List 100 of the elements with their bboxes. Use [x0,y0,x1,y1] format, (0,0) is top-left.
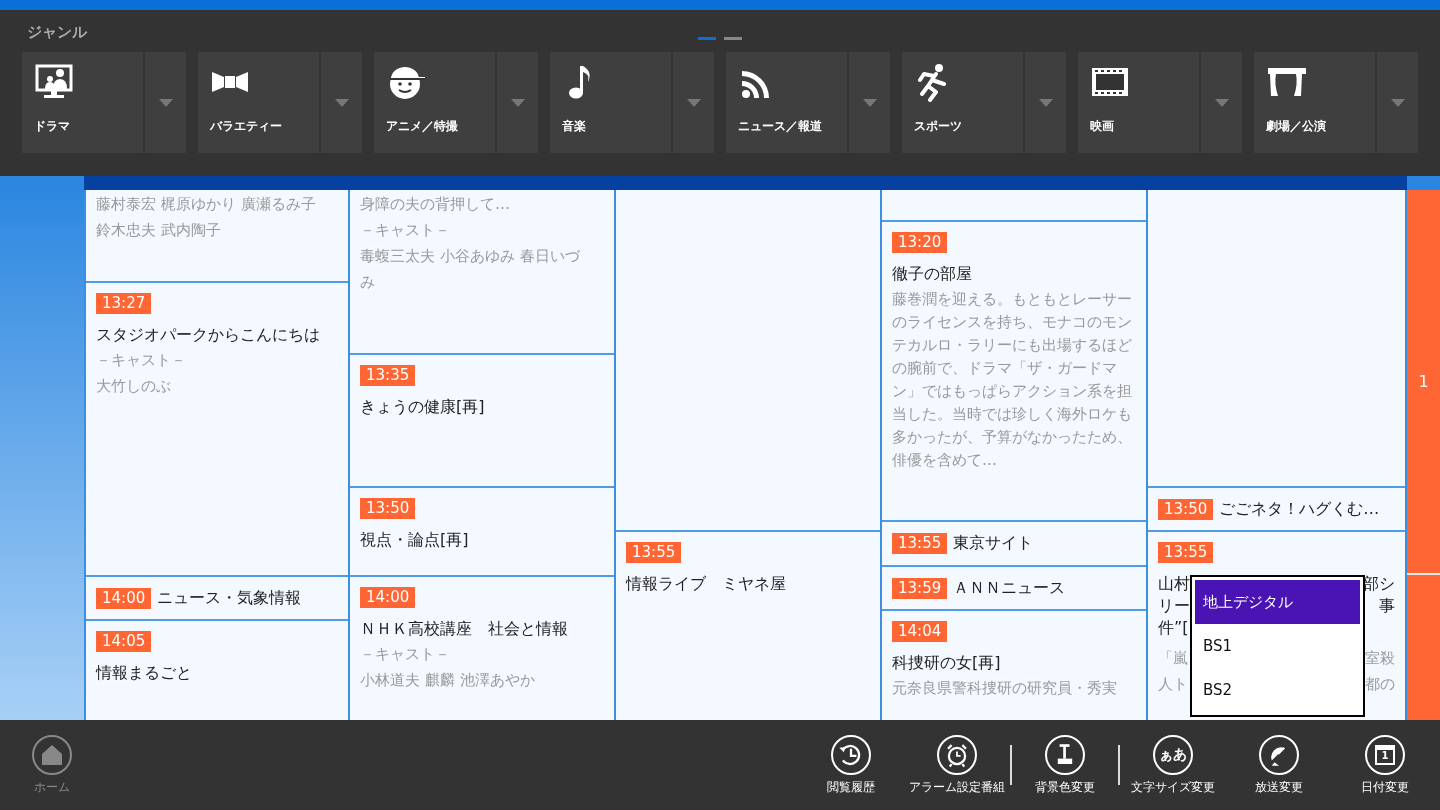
program-title: ニュース・気象情報 [157,587,302,609]
genre-button[interactable]: バラエティー [198,52,319,153]
program-cell[interactable]: 13:50 ごごネタ！ハグくむ… [1148,488,1405,532]
time-badge: 13:20 [892,232,948,253]
caret-icon [1038,98,1053,107]
dropdown-button[interactable] [321,52,362,153]
genre-button[interactable]: ドラマ [22,52,143,153]
program-title: リー [1158,595,1190,617]
program-cell[interactable]: 13:20 徹子の部屋 藤巻潤を迎える。もともとレーサーのライセンスを持ち、モナコのモンテカルロ・ラリーにも出場するほどの腕前で、ドラマ「ザ・ガードマン」ではもっぱらアクション系を担当した。当時では珍しく海外ロケも多かったが、予算がなかったため、俳優を含めて… [882,222,1146,522]
program-cell[interactable] [882,190,1146,222]
program-note: 「嵐 [1158,648,1188,669]
menu-item[interactable]: BS2 [1195,668,1360,712]
font-size-icon: ぁあ [1159,745,1187,764]
program-cell[interactable]: 14:05 情報まるごと [86,621,348,720]
program-note: 都の [1365,674,1395,695]
program-cell[interactable]: 13:27 スタジオパークからこんにちは －キャスト－ 大竹しのぶ [86,283,348,577]
time-badge: 13:55 [1158,542,1214,563]
side-tab[interactable] [1407,575,1440,720]
program-title: きょうの健康[再] [360,396,486,418]
program-title: ごごネタ！ハグくむ… [1219,498,1380,520]
caret-icon [158,98,173,107]
toolbar-button[interactable]: 背景色変更 [1012,734,1118,796]
genre-button[interactable]: 劇場／公演 [1254,52,1375,153]
dropdown-button[interactable] [673,52,714,153]
genre-button[interactable]: アニメ／特撮 [374,52,495,153]
header-strip [1407,176,1440,190]
program-cell[interactable]: 14:00 ＮＨＫ高校講座 社会と情報 －キャスト－ 小林道夫 麒麟 池澤あやか [350,577,614,720]
program-cell[interactable]: 13:55 東京サイト [882,522,1146,567]
program-note: 藤村泰宏 梶原ゆかり 廣瀬るみ子 [96,194,317,215]
program-title: 東京サイト [953,532,1034,554]
program-title: 情報ライブ ミヤネ屋 [626,573,787,595]
dropdown-button[interactable] [849,52,890,153]
caret-icon [862,98,877,107]
page-indicator[interactable] [724,37,742,40]
menu-item[interactable]: BS1 [1195,624,1360,668]
dropdown-button[interactable] [1377,52,1418,153]
program-title: 科捜研の女[再] [892,652,1002,674]
program-note: －キャスト－ [96,350,187,371]
program-cell[interactable]: 13:35 きょうの健康[再] [350,355,614,488]
genre-button[interactable]: 映画 [1078,52,1199,153]
program-cell[interactable]: 13:55 情報ライブ ミヤネ屋 [616,532,880,720]
program-note: 小林道夫 麒麟 池澤あやか [360,670,536,691]
program-title: 山村 [1158,573,1190,595]
program-title: 徹子の部屋 [892,263,973,285]
genre-button[interactable]: 音楽 [550,52,671,153]
program-note: 人ト [1158,674,1188,695]
toolbar-button[interactable]: アラーム設定番組 [904,734,1010,796]
program-note: －キャスト－ [360,220,451,241]
dropdown-button[interactable] [1201,52,1242,153]
program-note: 身障の夫の背押して… [360,194,511,215]
caret-icon [686,98,701,107]
program-cell[interactable]: 14:04 科捜研の女[再] 元奈良県警科捜研の研究員・秀実 [882,611,1146,720]
program-cell[interactable]: 14:00 ニュース・気象情報 [86,577,348,621]
program-note: 藤巻潤を迎える。もともとレーサーのライセンスを持ち、モナコのモンテカルロ・ラリーにも出場するほどの腕前で、ドラマ「ザ・ガードマン」ではもっぱらアクション系を担当した。当時では珍しく海外ロケも多かったが、予算がなかったため、俳優を含めて… [892,289,1133,471]
program-note: み [360,272,376,293]
calendar-icon: 1 [1375,744,1395,765]
program-note: 室殺 [1365,648,1395,669]
caret-icon [1390,98,1405,107]
time-badge: 13:50 [360,498,416,519]
time-badge: 13:59 [892,577,948,599]
page-indicator[interactable] [698,37,716,40]
program-note: 毒蝮三太夫 小谷あゆみ 春日いづ [360,246,582,267]
dropdown-button[interactable] [497,52,538,153]
program-title: ＡＮＮニュース [953,577,1066,599]
caret-icon [510,98,525,107]
program-cell[interactable] [1148,190,1405,488]
genre-button[interactable]: スポーツ [902,52,1023,153]
program-cell[interactable]: 13:59 ＡＮＮニュース [882,567,1146,611]
dropdown-button[interactable] [145,52,186,153]
toolbar-button[interactable]: 1 日付変更 [1332,734,1438,796]
program-note: －キャスト－ [360,644,451,665]
dropdown-button[interactable] [1025,52,1066,153]
program-title: ＮＨＫ高校講座 社会と情報 [360,618,569,640]
time-badge: 14:00 [96,587,152,609]
time-badge: 13:50 [1158,498,1214,520]
program-cell[interactable]: 13:50 視点・論点[再] [350,488,614,577]
program-title: 視点・論点[再] [360,529,470,551]
menu-item[interactable]: 地上デジタル [1195,580,1360,624]
program-note: 大竹しのぶ [96,376,172,397]
program-title: 事 [1379,595,1395,617]
program-cell[interactable] [616,190,880,532]
time-badge: 14:00 [360,587,416,608]
time-badge: 14:05 [96,631,152,652]
caret-icon [334,98,349,107]
time-badge: 13:55 [892,532,948,554]
program-title: スタジオパークからこんにちは [96,324,321,346]
time-badge: 13:55 [626,542,682,563]
program-title: 情報まるごと [96,662,193,684]
program-title: 部シ [1363,573,1395,595]
section-title: ジャンル [27,23,87,42]
time-badge: 13:35 [360,365,416,386]
program-note: 元奈良県警科捜研の研究員・秀実 [892,678,1118,699]
program-note: 鈴木忠夫 武内陶子 [96,220,222,241]
program-title: 件”[ [1158,617,1189,639]
caret-icon [1214,98,1229,107]
time-badge: 14:04 [892,621,948,642]
genre-button[interactable]: ニュース／報道 [726,52,847,153]
toolbar-button[interactable]: ぁあ 文字サイズ変更 [1120,734,1226,796]
toolbar-button[interactable]: 放送変更 [1226,734,1332,796]
toolbar-button[interactable]: 閲覧履歴 [798,734,904,796]
